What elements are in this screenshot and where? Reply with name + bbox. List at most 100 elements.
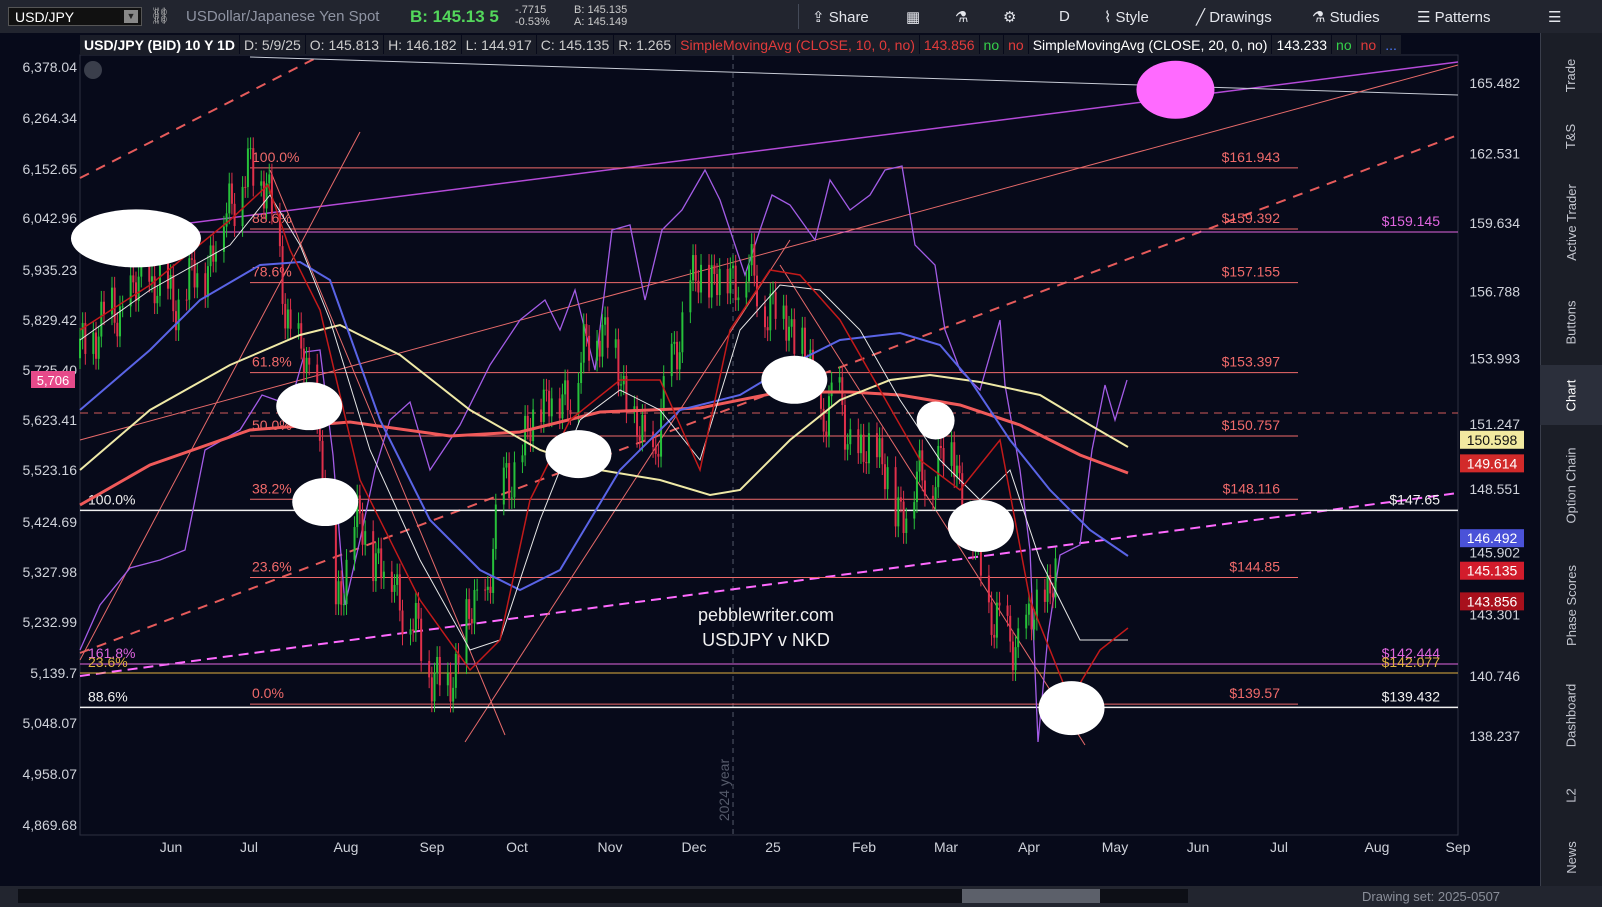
- period-button[interactable]: D: [1059, 8, 1070, 25]
- candle-body: [734, 265, 737, 301]
- sidebar-tab-dashboard[interactable]: Dashboard: [1540, 665, 1602, 765]
- candle-body: [676, 341, 679, 370]
- sma20-label[interactable]: SimpleMovingAvg (CLOSE, 20, 0, no): [1028, 35, 1272, 55]
- sidebar-tab-t-s[interactable]: T&S: [1540, 110, 1602, 162]
- share-button[interactable]: ⇪ Share: [812, 8, 869, 26]
- x-tick-label: Jul: [1270, 839, 1288, 855]
- symbol-description: USDollar/Japanese Yen Spot: [186, 8, 380, 25]
- candle-body: [204, 273, 207, 298]
- candle-body: [582, 324, 585, 363]
- sma10-label[interactable]: SimpleMovingAvg (CLOSE, 10, 0, no): [676, 35, 919, 55]
- sidebar-tab-chart[interactable]: Chart: [1540, 365, 1602, 425]
- candle-body: [132, 275, 135, 283]
- symbol-selector[interactable]: USD/JPY ▼: [8, 7, 142, 26]
- candle-body: [262, 181, 265, 209]
- watermark-line1: pebblewriter.com: [698, 605, 834, 625]
- sidebar-tab-l2[interactable]: L2: [1540, 770, 1602, 820]
- candle-body: [225, 213, 228, 227]
- candle-body: [134, 282, 137, 301]
- patterns-button[interactable]: ☰ Patterns: [1417, 8, 1491, 26]
- candle-body: [931, 495, 934, 500]
- chevron-down-icon[interactable]: ▼: [124, 10, 138, 23]
- candle-body: [436, 656, 439, 674]
- candle-body: [193, 259, 196, 288]
- candle-body: [113, 287, 116, 323]
- candle-body: [428, 660, 431, 678]
- x-tick-label: Apr: [1018, 839, 1040, 855]
- sidebar-tab-phase-scores[interactable]: Phase Scores: [1540, 555, 1602, 655]
- candle-body: [606, 317, 609, 348]
- price-badge-text: 146.492: [1467, 530, 1518, 546]
- drawings-button[interactable]: ╱ Drawings: [1196, 8, 1272, 26]
- candle-body: [681, 312, 684, 353]
- y-tick-label-left: 6,378.04: [23, 59, 78, 75]
- level-price-other: $142.077: [1382, 654, 1441, 670]
- menu-icon[interactable]: ☰: [1548, 8, 1561, 26]
- candle-body: [521, 455, 524, 463]
- candle-body: [465, 599, 468, 664]
- info-high: H: 146.182: [384, 35, 461, 55]
- flask-icon[interactable]: ⚗: [955, 8, 968, 26]
- candle-body: [830, 382, 833, 397]
- annotation-circle: [545, 430, 612, 479]
- studies-label: Studies: [1329, 9, 1380, 26]
- y-tick-label-left: 6,042.96: [23, 210, 78, 226]
- ask-small: A: 145.149: [574, 16, 628, 28]
- y-tick-label-left: 5,935.23: [23, 262, 78, 278]
- candle-body: [174, 311, 177, 331]
- candle-body: [505, 463, 508, 468]
- sma20-value: 143.233: [1272, 35, 1332, 55]
- candle-body: [801, 327, 804, 354]
- annotation-circle: [292, 478, 359, 527]
- fib-level-pct: 23.6%: [252, 559, 292, 575]
- more-studies[interactable]: ...: [1381, 35, 1401, 55]
- candle-body: [987, 575, 990, 603]
- candle-body: [268, 174, 271, 184]
- candle-body: [1027, 603, 1030, 615]
- layout-icon[interactable]: ▦: [906, 8, 920, 26]
- sidebar-tab-news[interactable]: News: [1540, 830, 1602, 885]
- y-tick-label-left: 4,958.07: [23, 766, 78, 782]
- candle-body: [950, 442, 953, 466]
- candle-body: [708, 264, 711, 298]
- sidebar-tab-label: Dashboard: [1563, 683, 1579, 747]
- y-tick-label-right: 140.746: [1469, 668, 1520, 684]
- pencil-icon: ╱: [1196, 9, 1206, 26]
- x-tick-label: Sep: [420, 839, 445, 855]
- candle-body: [862, 434, 865, 462]
- candle-body: [228, 183, 231, 214]
- fib-level-price: $157.155: [1222, 264, 1281, 280]
- link-icon[interactable]: ⛓: [150, 6, 170, 26]
- scrollbar-thumb[interactable]: [962, 889, 1100, 903]
- candle-body: [79, 338, 81, 359]
- candle-body: [398, 574, 401, 611]
- candle-body: [396, 574, 399, 585]
- sidebar-tab-active-trader[interactable]: Active Trader: [1540, 165, 1602, 280]
- candle-body: [94, 332, 97, 359]
- candle-body: [454, 653, 457, 688]
- candle-body: [452, 687, 455, 702]
- candle-body: [601, 324, 604, 357]
- candle-body: [729, 268, 732, 294]
- candle-body: [342, 604, 345, 606]
- studies-button[interactable]: ⚗ Studies: [1312, 8, 1380, 26]
- x-tick-label: May: [1102, 839, 1128, 855]
- sidebar-tab-option-chain[interactable]: Option Chain: [1540, 430, 1602, 540]
- y-tick-label-right: 151.247: [1469, 416, 1520, 432]
- price-chart[interactable]: 2024 year Jun Jul Aug Sep Oct Nov Dec 25 Feb Mar Ap…: [0, 33, 1540, 886]
- candle-body: [489, 586, 492, 593]
- style-button[interactable]: ⌇ Style: [1104, 8, 1149, 26]
- sidebar-tab-buttons[interactable]: Buttons: [1540, 285, 1602, 360]
- candle-body: [358, 495, 361, 514]
- candle-body: [793, 319, 796, 354]
- price-badge-text: 145.135: [1467, 563, 1518, 579]
- candle-body: [492, 548, 495, 593]
- y-tick-label-left: 6,152.65: [23, 161, 78, 177]
- fib-level-price: $150.757: [1222, 417, 1281, 433]
- sidebar-tab-trade[interactable]: Trade: [1540, 40, 1602, 110]
- fib-level-pct: 100.0%: [252, 149, 299, 165]
- fib-level-pct: 38.2%: [252, 480, 292, 496]
- gear-icon[interactable]: ⚙: [1003, 8, 1016, 26]
- candle-body: [923, 480, 926, 496]
- candle-body: [100, 301, 103, 337]
